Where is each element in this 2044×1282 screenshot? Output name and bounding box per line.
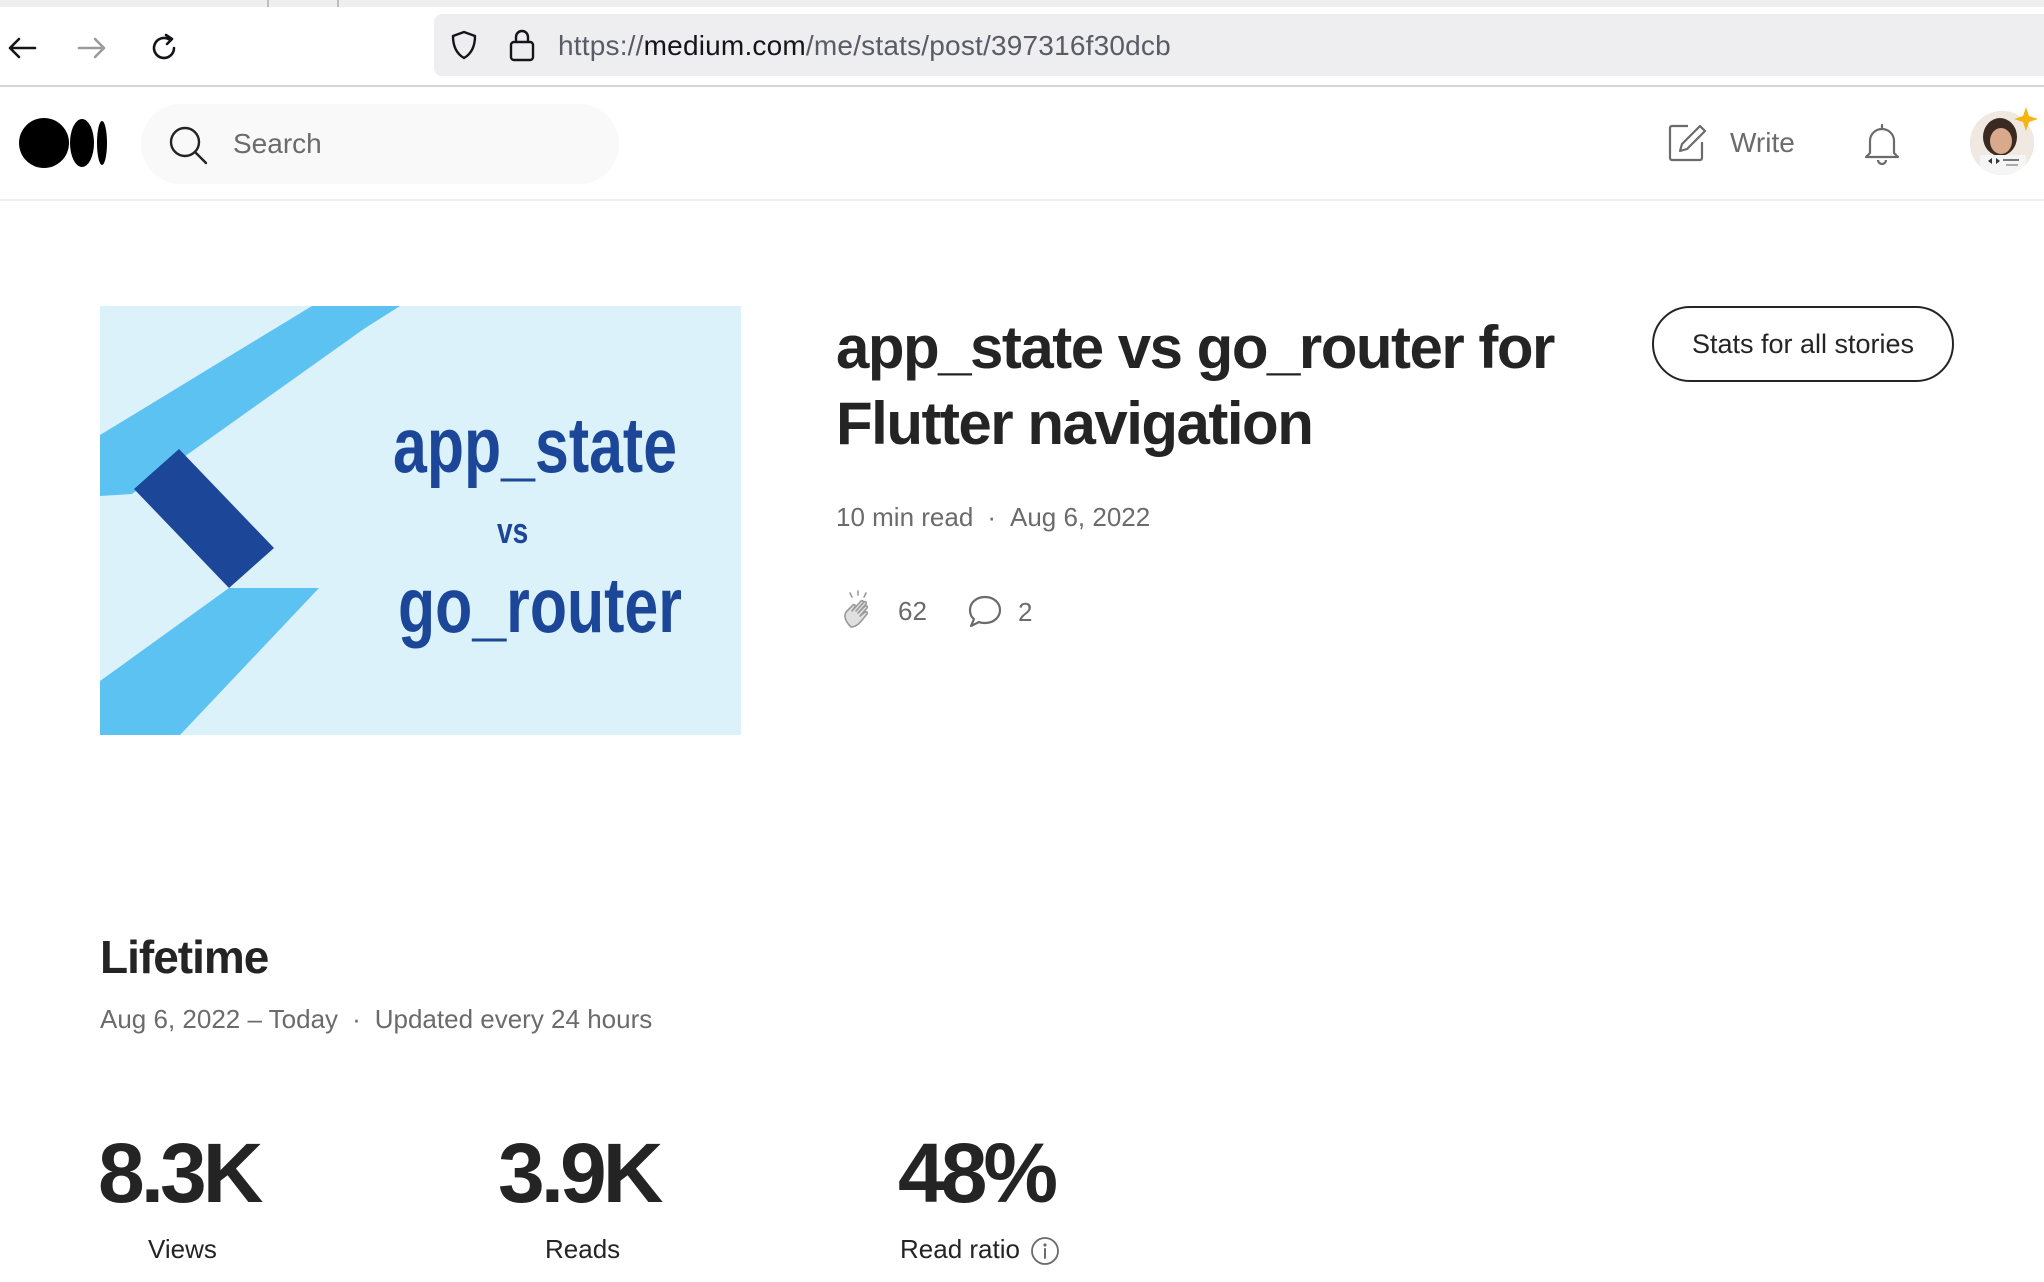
- clap-count: 62: [898, 595, 927, 626]
- shield-icon[interactable]: [448, 29, 480, 61]
- claps[interactable]: 62: [838, 589, 927, 633]
- subtitle-separator: ·: [352, 1004, 361, 1034]
- views-value: 8.3K: [98, 1126, 263, 1220]
- story-title[interactable]: app_state vs go_router for Flutter navig…: [836, 310, 1616, 462]
- reads-value: 3.9K: [498, 1126, 663, 1220]
- tab-strip: [0, 0, 2044, 7]
- read-ratio-label: Read ratio: [900, 1234, 1020, 1264]
- thumbnail-text-line1: app_state: [393, 401, 678, 489]
- url-path: /me/stats/post/397316f30dcb: [805, 30, 1171, 61]
- search-input[interactable]: [233, 124, 593, 164]
- bell-icon[interactable]: [1860, 121, 1904, 165]
- forward-arrow-icon: [77, 37, 106, 59]
- browser-toolbar: https://medium.com/me/stats/post/397316f…: [0, 0, 2044, 87]
- thumbnail-text-line3: go_router: [398, 561, 682, 649]
- lifetime-subtitle: Aug 6, 2022 – Today · Updated every 24 hou…: [100, 1004, 652, 1035]
- write-label: Write: [1730, 127, 1795, 158]
- comment-icon: [968, 595, 1002, 628]
- url-host: medium.com: [643, 30, 806, 61]
- info-icon[interactable]: [1030, 1236, 1060, 1266]
- lifetime-heading: Lifetime: [100, 931, 269, 983]
- back-arrow-icon: [8, 37, 37, 59]
- write-icon: [1668, 124, 1707, 162]
- response-count: 2: [1018, 596, 1033, 627]
- lock-icon[interactable]: [506, 27, 538, 63]
- responses[interactable]: 2: [966, 590, 1032, 634]
- medium-logo[interactable]: [19, 116, 109, 170]
- story-meta: 10 min read · Aug 6, 2022: [836, 502, 1150, 533]
- clap-icon: [844, 590, 869, 628]
- back-button[interactable]: [0, 26, 44, 70]
- publish-date: Aug 6, 2022: [1009, 502, 1151, 532]
- tab-separator: [267, 0, 269, 7]
- thumbnail-text-line2: vs: [497, 510, 529, 551]
- sparkle-icon: [2014, 107, 2038, 131]
- views-label: Views: [148, 1234, 217, 1264]
- lifetime-range: Aug 6, 2022 – Today: [100, 1004, 339, 1034]
- reload-icon: [152, 33, 176, 60]
- site-header: Write: [0, 87, 2044, 201]
- address-bar[interactable]: https://medium.com/me/stats/post/397316f…: [434, 14, 2044, 76]
- write-button[interactable]: Write: [1666, 120, 1795, 166]
- forward-button[interactable]: [70, 26, 114, 70]
- search-bar[interactable]: [141, 104, 619, 184]
- story-thumbnail: [100, 306, 741, 735]
- search-icon: [169, 126, 208, 165]
- reload-button[interactable]: [142, 26, 186, 70]
- read-ratio-value: 48%: [898, 1126, 1058, 1220]
- read-time: 10 min read: [836, 502, 974, 532]
- update-note: Updated every 24 hours: [374, 1004, 653, 1034]
- stats-for-all-stories-button[interactable]: Stats for all stories: [1652, 306, 1954, 382]
- reads-label: Reads: [545, 1234, 621, 1264]
- url-text[interactable]: https://medium.com/me/stats/post/397316f…: [558, 30, 1171, 62]
- meta-separator: ·: [987, 502, 996, 532]
- url-scheme: https://: [558, 30, 644, 61]
- tab-separator: [337, 0, 339, 7]
